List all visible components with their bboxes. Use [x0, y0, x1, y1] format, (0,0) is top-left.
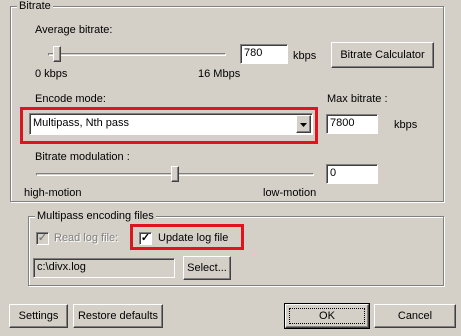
bitrate-modulation-slider-thumb[interactable]: [171, 166, 179, 182]
bitrate-group-title: Bitrate: [17, 0, 53, 12]
modulation-left-label: high-motion: [24, 187, 82, 199]
average-bitrate-slider-track[interactable]: [48, 53, 226, 56]
bitrate-calculator-button[interactable]: Bitrate Calculator: [331, 42, 434, 68]
log-path-field: c:\divx.log: [33, 258, 175, 278]
settings-button[interactable]: Settings: [9, 304, 68, 328]
max-bitrate-label: Max bitrate :: [327, 93, 388, 105]
encode-mode-select[interactable]: Multipass, Nth pass: [29, 113, 313, 135]
ok-button[interactable]: OK: [284, 303, 370, 329]
encode-mode-value: Multipass, Nth pass: [33, 117, 129, 129]
check-mark-icon: ✓: [37, 232, 48, 244]
average-bitrate-slider-thumb[interactable]: [52, 46, 61, 62]
multipass-group-title: Multipass encoding files: [35, 210, 156, 222]
average-bitrate-unit: kbps: [293, 50, 317, 62]
read-log-label: Read log file:: [54, 232, 119, 244]
update-log-label: Update log file: [158, 232, 229, 244]
bitrate-modulation-input[interactable]: 0: [326, 164, 378, 184]
select-log-label: Select...: [187, 262, 227, 274]
encode-mode-label: Encode mode:: [35, 93, 106, 105]
max-bitrate-unit: kbps: [394, 119, 418, 131]
cancel-button[interactable]: Cancel: [374, 304, 456, 328]
dropdown-arrow-icon[interactable]: [296, 115, 311, 133]
max-bitrate-input[interactable]: 7800: [326, 114, 378, 134]
slider-min-label: 0 kbps: [35, 68, 68, 80]
average-bitrate-label: Average bitrate:: [35, 24, 113, 36]
update-log-checkbox[interactable]: ✓: [139, 232, 152, 245]
restore-defaults-button[interactable]: Restore defaults: [73, 304, 163, 328]
slider-max-label: 16 Mbps: [198, 68, 241, 80]
check-mark-icon: ✓: [140, 232, 151, 244]
cancel-label: Cancel: [397, 310, 433, 322]
settings-label: Settings: [18, 310, 59, 322]
bitrate-modulation-label: Bitrate modulation :: [35, 151, 130, 163]
read-log-checkbox[interactable]: ✓: [36, 232, 49, 245]
select-log-button[interactable]: Select...: [183, 256, 231, 280]
ok-focus-rect: [289, 308, 365, 324]
modulation-right-label: low-motion: [263, 187, 317, 199]
average-bitrate-input[interactable]: 780: [240, 44, 288, 64]
bitrate-calculator-label: Bitrate Calculator: [340, 49, 425, 61]
restore-defaults-label: Restore defaults: [77, 310, 159, 322]
